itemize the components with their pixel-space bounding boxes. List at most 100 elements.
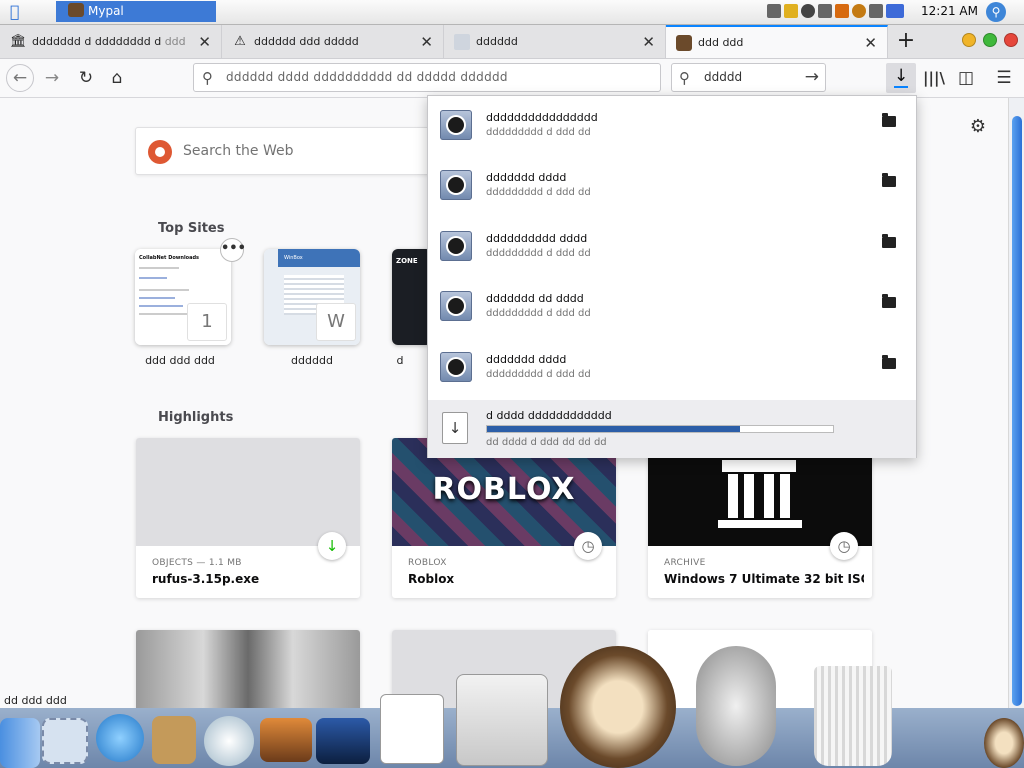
close-icon[interactable]: ✕ xyxy=(198,33,211,51)
download-item[interactable]: ddddddd dddd ddddddddd d ddd dd xyxy=(428,338,916,398)
top-site-tile[interactable]: ZONE xyxy=(392,249,432,345)
library-button[interactable]: |||\ xyxy=(920,64,948,92)
close-icon[interactable]: ✕ xyxy=(864,34,877,52)
search-go-icon[interactable]: → xyxy=(805,67,819,87)
folder-icon[interactable] xyxy=(882,173,896,187)
tab-1[interactable]: 🏛 ddddddd d dddddddd d ddd ✕ xyxy=(0,25,222,58)
ical-icon[interactable] xyxy=(380,694,444,764)
app-name: Mypal xyxy=(88,4,124,18)
web-search-box[interactable]: Search the Web xyxy=(135,127,435,175)
finder-icon[interactable] xyxy=(0,718,40,768)
search-icon[interactable] xyxy=(852,4,866,18)
downloads-panel: dddddddddddddddd ddddddddd d ddd dd dddd… xyxy=(427,95,917,458)
top-site-label: dddddd xyxy=(291,354,333,367)
highlight-card[interactable] xyxy=(136,630,360,708)
spotlight-icon[interactable]: ⚲ xyxy=(986,2,1006,22)
site-letter: 1 xyxy=(187,303,227,341)
highlight-card[interactable]: ◷ ARCHIVE Windows 7 Ultimate 32 bit ISO … xyxy=(648,438,872,598)
card-title: rufus-3.15p.exe xyxy=(152,572,260,586)
close-icon[interactable]: ✕ xyxy=(642,33,655,51)
sync-icon[interactable] xyxy=(835,4,849,18)
mypal-minimized-icon[interactable] xyxy=(984,718,1024,768)
duckduckgo-icon xyxy=(148,140,172,164)
new-tab-button[interactable]: + xyxy=(890,25,922,58)
download-status: ddddddddd d ddd dd xyxy=(486,127,591,138)
download-item[interactable]: ddddddd dd dddd ddddddddd d ddd dd xyxy=(428,277,916,337)
search-icon: ⚲ xyxy=(202,69,213,87)
download-progress-bar xyxy=(486,425,834,433)
file-icon xyxy=(440,352,472,382)
shield-icon[interactable] xyxy=(784,4,798,18)
search-bar[interactable]: ⚲ ddddd → xyxy=(671,63,826,92)
card-image xyxy=(136,630,360,708)
imovie-icon[interactable] xyxy=(316,718,370,764)
download-item[interactable]: dddddddddddddddd ddddddddd d ddd dd xyxy=(428,96,916,156)
file-icon xyxy=(440,291,472,321)
menu-bar:  Mypal 12:21 AM ⚲ xyxy=(0,0,1024,25)
active-download-status: dd dddd d ddd dd dd dd xyxy=(486,437,607,448)
download-status: ddddddddd d ddd dd xyxy=(486,187,591,198)
dock xyxy=(0,646,1024,768)
folder-icon[interactable] xyxy=(882,113,896,127)
download-progress-fill xyxy=(487,426,740,432)
volume-icon[interactable] xyxy=(818,4,832,18)
address-book-icon[interactable] xyxy=(152,716,196,764)
status-bar-text: dd ddd ddd xyxy=(4,694,67,707)
active-download[interactable]: ↓ d dddd dddddddddddd dd dddd d ddd dd d… xyxy=(428,400,916,458)
scrollbar-thumb[interactable] xyxy=(1012,116,1022,706)
close-window-button[interactable] xyxy=(1004,33,1018,47)
top-site-tile[interactable]: WinBox W xyxy=(264,249,360,345)
keyboard-icon[interactable] xyxy=(767,4,781,18)
clock-icon: ◷ xyxy=(574,532,602,560)
tab-3[interactable]: dddddd ✕ xyxy=(444,25,666,58)
home-button[interactable]: ⌂ xyxy=(103,64,131,92)
app-menu[interactable]: Mypal xyxy=(56,1,216,22)
gear-icon[interactable]: ⚙ xyxy=(966,116,990,140)
mail-icon[interactable] xyxy=(696,646,776,766)
itunes-icon[interactable] xyxy=(204,716,254,766)
tab-title: dddddd ddd ddddd xyxy=(254,35,359,48)
reload-button[interactable]: ↻ xyxy=(72,64,100,92)
tab-2[interactable]: ⚠ dddddd ddd ddddd ✕ xyxy=(222,25,444,58)
trash-icon[interactable] xyxy=(814,666,892,766)
forward-button[interactable]: → xyxy=(38,64,66,92)
top-site-label: ddd ddd ddd xyxy=(145,354,215,367)
zoom-window-button[interactable] xyxy=(983,33,997,47)
ichat-icon[interactable] xyxy=(96,714,144,762)
url-bar[interactable]: ⚲ dddddd dddd dddddddddd dd ddddd dddddd xyxy=(193,63,661,92)
mail-stamp-icon[interactable] xyxy=(42,718,88,764)
menu-button[interactable]: ☰ xyxy=(990,64,1018,92)
system-preferences-icon[interactable] xyxy=(456,674,548,766)
card-image xyxy=(136,438,360,546)
folder-icon[interactable] xyxy=(882,294,896,308)
minimize-window-button[interactable] xyxy=(962,33,976,47)
downloads-button[interactable]: ↓ xyxy=(886,63,916,93)
tab-title: dddddd xyxy=(476,35,518,48)
top-site-tile[interactable]: CollabNet Downloads 1 xyxy=(135,249,231,345)
sidebar-button[interactable]: ◫ xyxy=(952,64,980,92)
more-options-icon[interactable]: ••• xyxy=(220,238,246,262)
file-icon xyxy=(440,231,472,261)
folder-icon[interactable] xyxy=(882,355,896,369)
folder-icon[interactable] xyxy=(882,234,896,248)
vertical-scrollbar[interactable] xyxy=(1008,98,1024,708)
highlight-card[interactable]: ROBLOX ◷ ROBLOX Roblox xyxy=(392,438,616,598)
download-item[interactable]: ddddddd dddd ddddddddd d ddd dd xyxy=(428,156,916,216)
mypal-icon xyxy=(676,34,692,51)
back-button[interactable]: ← xyxy=(6,64,34,92)
mypal-raccoon-icon[interactable] xyxy=(560,646,676,768)
card-context: OBJECTS — 1.1 MB xyxy=(152,558,242,568)
info-icon[interactable] xyxy=(801,4,815,18)
highlight-card[interactable]: ↓ OBJECTS — 1.1 MB rufus-3.15p.exe xyxy=(136,438,360,598)
close-icon[interactable]: ✕ xyxy=(420,33,433,51)
download-name: ddddddd dd dddd xyxy=(486,292,584,305)
download-name: ddddddd dddd xyxy=(486,353,567,366)
tab-4-active[interactable]: ddd ddd ✕ xyxy=(666,25,888,58)
apple-menu-icon[interactable]:  xyxy=(10,2,46,22)
download-item[interactable]: dddddddddd dddd ddddddddd d ddd dd xyxy=(428,217,916,277)
iphoto-icon[interactable] xyxy=(260,718,312,762)
download-file-icon: ↓ xyxy=(442,412,468,444)
card-title: Roblox xyxy=(408,572,455,586)
clock[interactable]: 12:21 AM xyxy=(878,4,978,20)
page-icon xyxy=(454,33,470,50)
